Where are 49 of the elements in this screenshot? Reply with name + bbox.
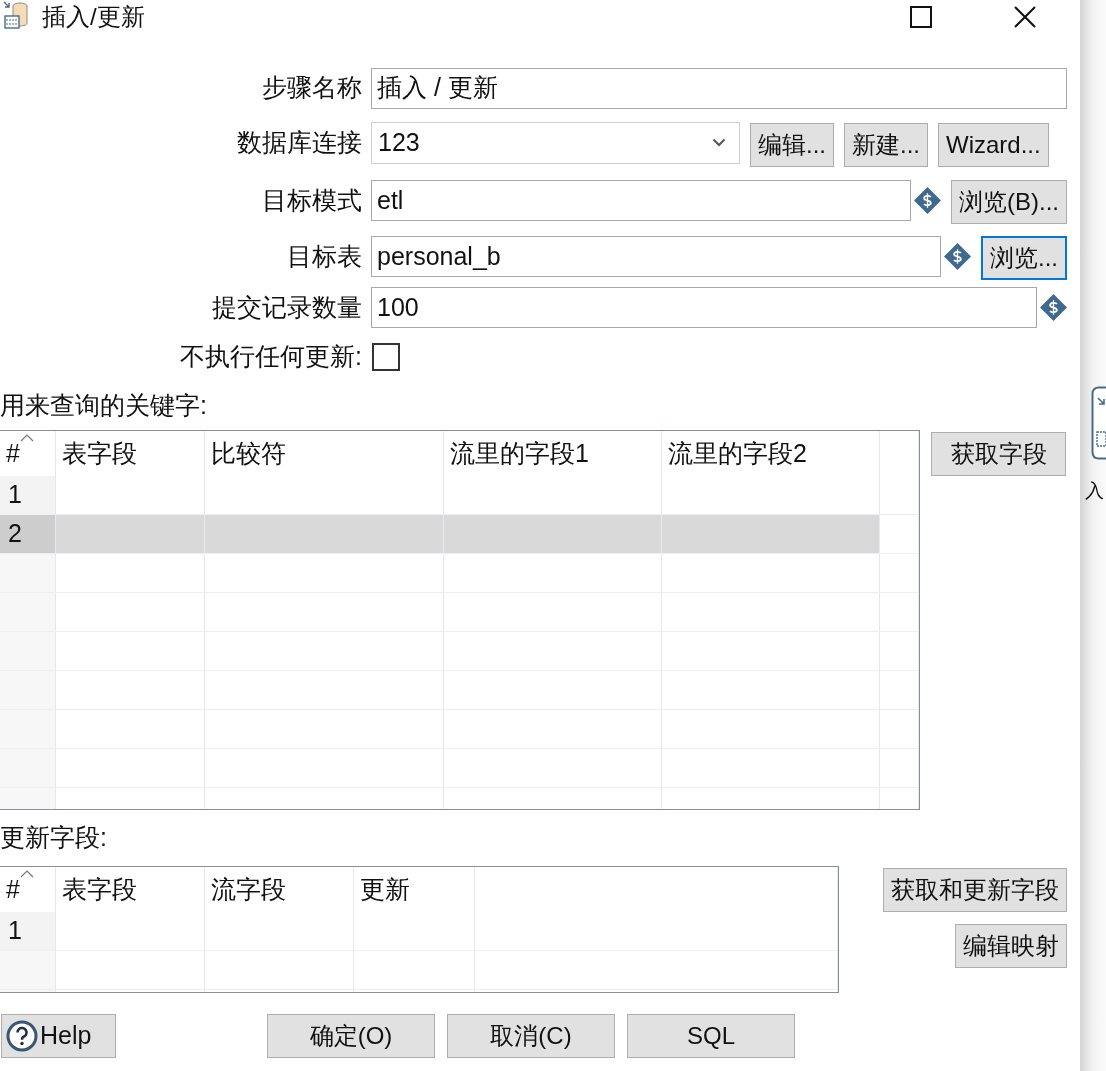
- field-label: 目标表: [286, 240, 362, 272]
- button[interactable]: 取消(C): [447, 1014, 615, 1058]
- button[interactable]: 新建...: [844, 122, 929, 167]
- column-header: 更新: [359, 873, 410, 905]
- checkbox[interactable]: [372, 343, 400, 371]
- field-label: 步骤名称: [261, 72, 362, 104]
- section-label: 用来查询的关键字:: [0, 390, 207, 422]
- chevron-down-icon: [712, 138, 726, 147]
- column-header: #: [5, 437, 20, 469]
- column-header: 比较符: [210, 437, 286, 469]
- close-icon[interactable]: [1014, 6, 1036, 28]
- row-number: 1: [8, 915, 22, 947]
- table-row[interactable]: 1: [0, 476, 919, 515]
- button[interactable]: 浏览...: [981, 235, 1067, 280]
- table-row[interactable]: 1: [0, 912, 838, 951]
- button[interactable]: SQL: [627, 1014, 795, 1058]
- row-number: 2: [8, 518, 22, 550]
- button[interactable]: 编辑映射: [955, 924, 1067, 968]
- column-header: 流里的字段2: [667, 437, 807, 469]
- text-field[interactable]: personal_b: [371, 236, 941, 277]
- button[interactable]: 获取和更新字段: [883, 868, 1067, 912]
- button[interactable]: 编辑...: [750, 122, 834, 167]
- text-field[interactable]: etl: [371, 180, 911, 221]
- column-header: 表字段: [61, 873, 137, 905]
- text-field[interactable]: 100: [371, 287, 1037, 328]
- button[interactable]: Wizard...: [938, 122, 1049, 167]
- window-title: 插入/更新: [42, 2, 145, 32]
- column-header: 流里的字段1: [449, 437, 589, 469]
- button[interactable]: 确定(O): [267, 1014, 435, 1058]
- sort-caret-icon: [20, 870, 34, 878]
- sort-caret-icon: [20, 434, 34, 442]
- section-label: 更新字段:: [0, 822, 107, 854]
- maximize-icon[interactable]: [910, 6, 932, 28]
- help-icon: [6, 1020, 38, 1052]
- button[interactable]: 浏览(B)...: [951, 179, 1067, 224]
- table-row[interactable]: 2: [0, 515, 919, 554]
- help-button[interactable]: Help: [1, 1014, 116, 1058]
- field-label: 提交记录数量: [211, 291, 362, 323]
- combo-box[interactable]: 123: [371, 121, 740, 164]
- column-header: #: [5, 873, 20, 905]
- button[interactable]: 获取字段: [931, 432, 1066, 476]
- text-field[interactable]: 插入 / 更新: [371, 67, 1067, 109]
- column-header: 表字段: [61, 437, 137, 469]
- field-label: 不执行任何更新:: [179, 341, 362, 373]
- column-header: 流字段: [210, 873, 286, 905]
- row-number: 1: [8, 479, 22, 511]
- field-label: 目标模式: [261, 184, 362, 216]
- node-label: 入: [1085, 481, 1104, 500]
- field-label: 数据库连接: [236, 126, 362, 158]
